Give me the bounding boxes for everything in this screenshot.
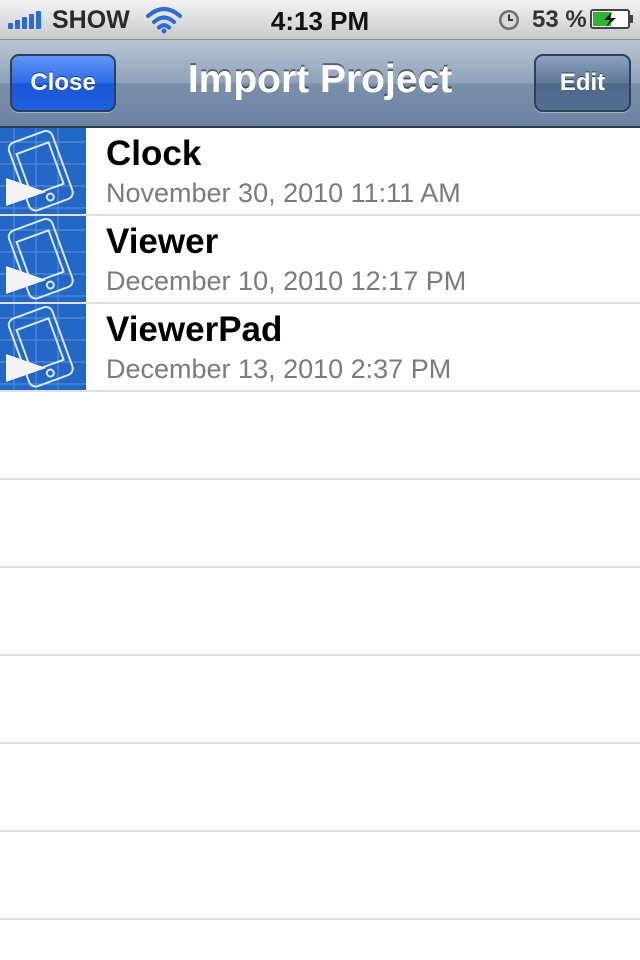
empty-row [0,744,640,832]
battery-charging-icon [590,9,633,29]
status-bar: SHOW 4:13 PM 53 % [0,0,640,40]
battery-percent: 53 % [532,6,587,33]
edit-button[interactable]: Edit [534,54,631,112]
project-thumbnail-icon [0,304,86,390]
empty-row [0,568,640,656]
project-date: December 13, 2010 2:37 PM [106,354,452,384]
empty-row [0,392,640,480]
project-list: Clock November 30, 2010 11:11 AM Viewer … [0,128,640,960]
empty-row [0,656,640,744]
page-title: Import Project [187,58,453,101]
empty-row [0,480,640,568]
project-row[interactable]: Clock November 30, 2010 11:11 AM [0,128,640,216]
project-date: November 30, 2010 11:11 AM [106,178,461,208]
empty-row [0,832,640,920]
close-button[interactable]: Close [10,54,116,112]
project-name: ViewerPad [106,310,283,349]
clock-icon [499,10,519,30]
project-row[interactable]: ViewerPad December 13, 2010 2:37 PM [0,304,640,392]
project-thumbnail-icon [0,128,86,214]
project-name: Viewer [106,222,219,261]
project-date: December 10, 2010 12:17 PM [106,266,467,296]
project-row[interactable]: Viewer December 10, 2010 12:17 PM [0,216,640,304]
navigation-bar: Close Import Project Edit [0,40,640,128]
project-name: Clock [106,134,202,173]
project-thumbnail-icon [0,216,86,302]
